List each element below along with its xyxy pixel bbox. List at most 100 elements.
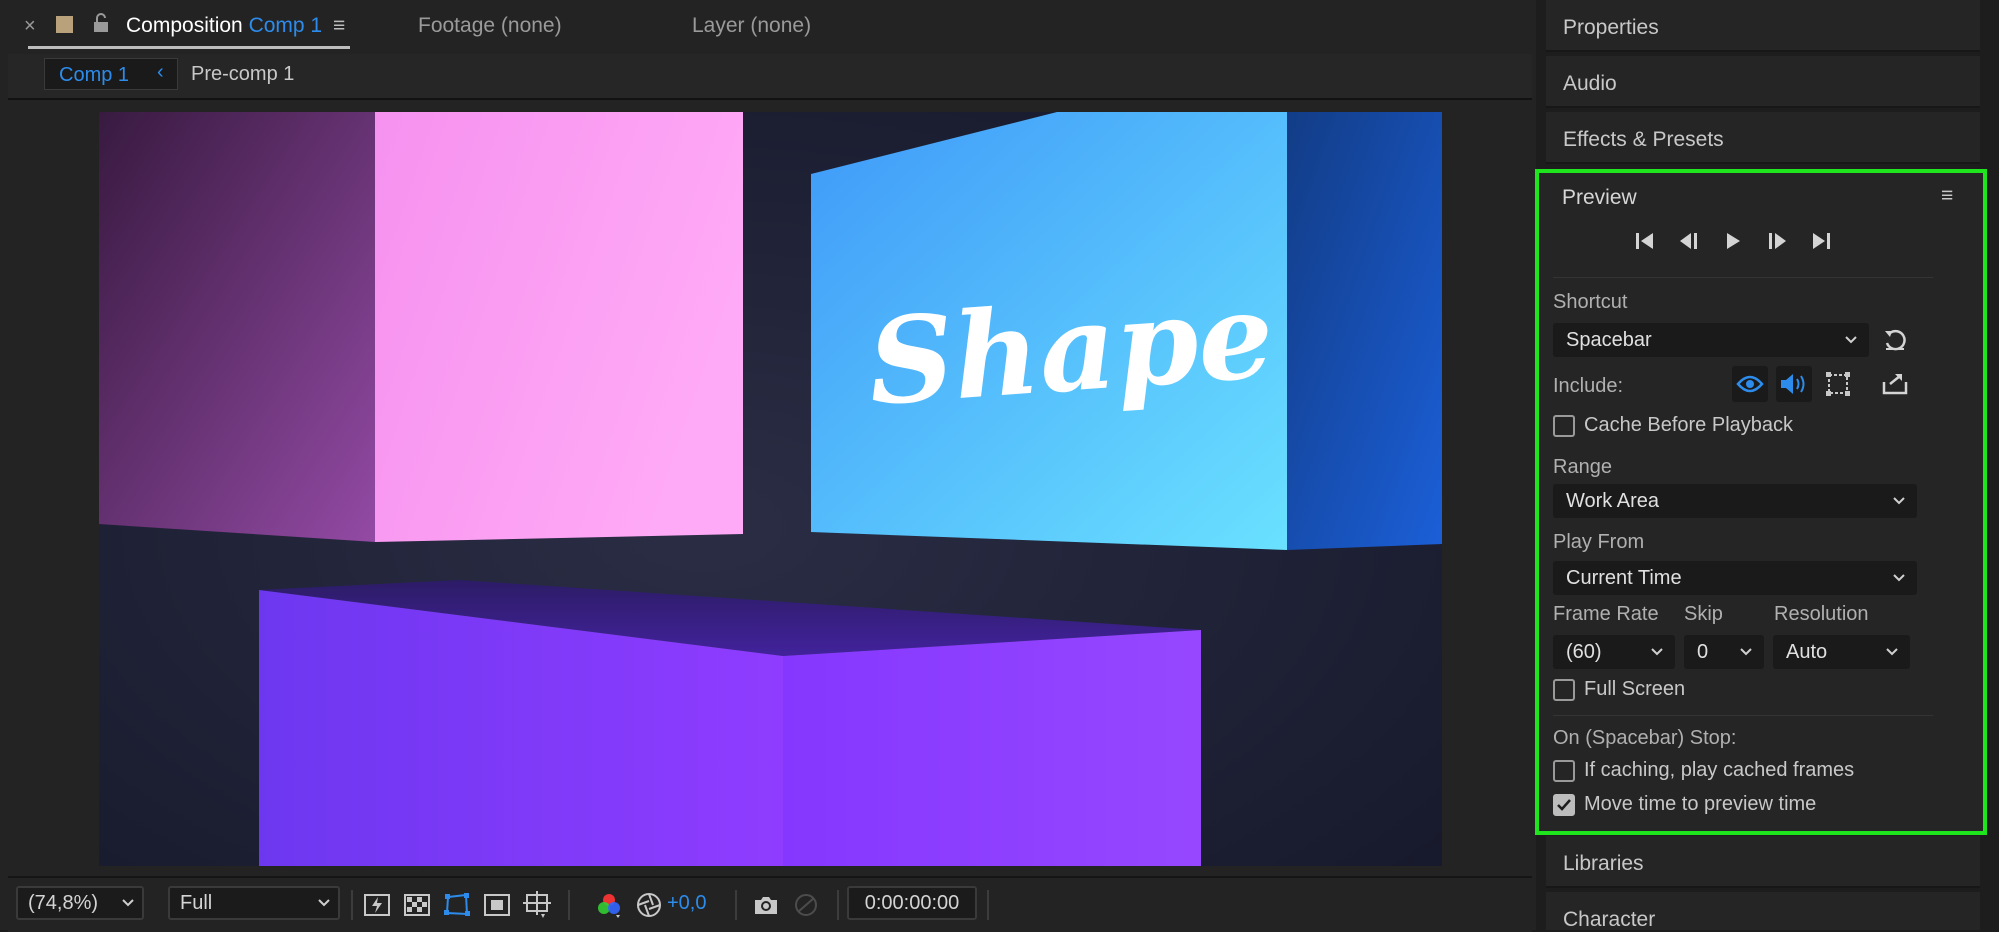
toolbar-separator [837,890,839,920]
lock-icon[interactable] [92,13,110,38]
transparency-grid-icon[interactable] [402,890,432,920]
libraries-label: Libraries [1563,852,1644,875]
resolution-label: Resolution [1774,603,1869,625]
first-frame-button[interactable] [1627,223,1663,259]
range-dropdown[interactable]: Work Area [1553,484,1917,518]
composition-tab-comp-name: Comp 1 [248,14,323,37]
move-time-option[interactable]: Move time to preview time [1553,793,1816,816]
subtab-comp-1-label: Comp 1 [59,64,130,86]
if-caching-label: If caching, play cached frames [1584,759,1855,781]
zoom-dropdown[interactable]: (74,8%) [16,886,144,920]
checkmark-icon [1557,798,1571,811]
last-frame-icon [1813,233,1830,249]
tab-composition[interactable]: Composition Comp 1 [126,14,322,38]
preview-panel: Preview ≡ Shortcut Spacebar Include: Cac… [1535,169,1987,835]
chevron-down-icon [1884,643,1900,666]
viewer-toolbar: (74,8%) Full +0,0 0:00:00:00 [8,876,1532,932]
mask-path-visibility-icon[interactable] [442,890,472,920]
libraries-panel-header[interactable]: Libraries [1546,836,1980,888]
exposure-value[interactable]: +0,0 [667,892,706,915]
divider [1553,715,1933,716]
play-from-value: Current Time [1566,566,1682,589]
shortcut-dropdown[interactable]: Spacebar [1553,323,1869,357]
chevron-down-icon [1649,643,1665,666]
full-screen-checkbox[interactable] [1553,678,1575,701]
character-label: Character [1563,908,1656,931]
fast-previews-icon[interactable] [362,890,392,920]
preview-menu-icon[interactable]: ≡ [1941,184,1953,208]
reset-shortcut-button[interactable] [1877,322,1913,358]
show-snapshot-icon[interactable] [791,890,821,920]
cache-before-playback-option[interactable]: Cache Before Playback [1553,414,1793,437]
toolbar-separator [351,890,353,920]
shape-title-text: Shape [864,265,1278,432]
composition-tab-bar: × Composition Comp 1 ≡ Footage (none) La… [0,0,1536,52]
resolution-dropdown[interactable]: Full [168,886,340,920]
chevron-down-icon [316,894,332,917]
properties-panel-header[interactable]: Properties [1546,0,1980,52]
tab-footage[interactable]: Footage (none) [418,14,562,38]
last-frame-button[interactable] [1803,223,1839,259]
frame-rate-dropdown[interactable]: (60) [1553,635,1675,669]
play-from-dropdown[interactable]: Current Time [1553,561,1917,595]
comp-color-swatch-icon [56,16,73,33]
include-label: Include: [1553,375,1624,397]
color-channels-icon[interactable] [594,890,624,920]
preview-resolution-dropdown[interactable]: Auto [1773,635,1910,669]
export-icon [1882,374,1908,395]
subtab-comp-1[interactable]: Comp 1 ‹ [44,58,178,90]
eye-icon [1736,375,1764,393]
external-video-button[interactable] [1877,366,1913,402]
canvas-artwork: Shape [99,112,1442,866]
previous-frame-icon [1680,233,1697,249]
full-screen-option[interactable]: Full Screen [1553,678,1685,701]
toolbar-separator [987,890,989,920]
play-button[interactable] [1715,223,1751,259]
if-caching-option[interactable]: If caching, play cached frames [1553,759,1854,782]
preview-title: Preview [1562,186,1637,209]
frame-rate-value: (60) [1566,640,1602,663]
chevron-down-icon [1891,492,1907,515]
composition-canvas[interactable]: Shape [99,112,1442,866]
close-tab-icon[interactable]: × [24,15,36,38]
effects-label: Effects & Presets [1563,128,1724,151]
full-screen-label: Full Screen [1584,678,1686,700]
first-frame-icon [1636,233,1653,249]
tab-layer[interactable]: Layer (none) [692,14,811,38]
grid-guide-options-icon[interactable] [522,890,552,920]
chevron-down-icon [1843,331,1859,354]
include-video-toggle[interactable] [1732,366,1768,402]
play-icon [1727,233,1740,249]
preview-resolution-value: Auto [1786,640,1828,663]
play-from-label: Play From [1553,531,1645,553]
if-caching-checkbox[interactable] [1553,759,1575,782]
include-overlays-toggle[interactable] [1820,366,1856,402]
include-audio-toggle[interactable] [1776,366,1812,402]
audio-label: Audio [1563,72,1617,95]
snapshot-camera-icon[interactable] [751,890,781,920]
panel-menu-icon[interactable]: ≡ [333,14,345,38]
toolbar-separator [735,890,737,920]
cache-before-playback-checkbox[interactable] [1553,414,1575,437]
move-time-checkbox[interactable] [1553,793,1575,816]
effects-panel-header[interactable]: Effects & Presets [1546,112,1980,164]
chevron-down-icon [1891,569,1907,592]
current-time-display[interactable]: 0:00:00:00 [847,886,977,920]
skip-value: 0 [1697,640,1709,663]
resolution-value: Full [180,891,213,914]
skip-dropdown[interactable]: 0 [1684,635,1764,669]
shortcut-label: Shortcut [1553,291,1628,313]
skip-label: Skip [1684,603,1723,625]
frame-rate-label: Frame Rate [1553,603,1659,625]
next-frame-button[interactable] [1759,223,1795,259]
audio-panel-header[interactable]: Audio [1546,56,1980,108]
subtab-pre-comp-1[interactable]: Pre-comp 1 [191,63,294,86]
comp-navigator-bar: Comp 1 ‹ Pre-comp 1 [8,54,1532,100]
character-panel-header[interactable]: Character [1546,892,1980,931]
reset-icon [1885,329,1906,351]
region-of-interest-icon[interactable] [482,890,512,920]
reset-exposure-icon[interactable] [634,890,664,920]
previous-frame-button[interactable] [1671,223,1707,259]
chevron-left-icon: ‹ [157,61,164,83]
overlay-layers-icon [1826,372,1850,396]
